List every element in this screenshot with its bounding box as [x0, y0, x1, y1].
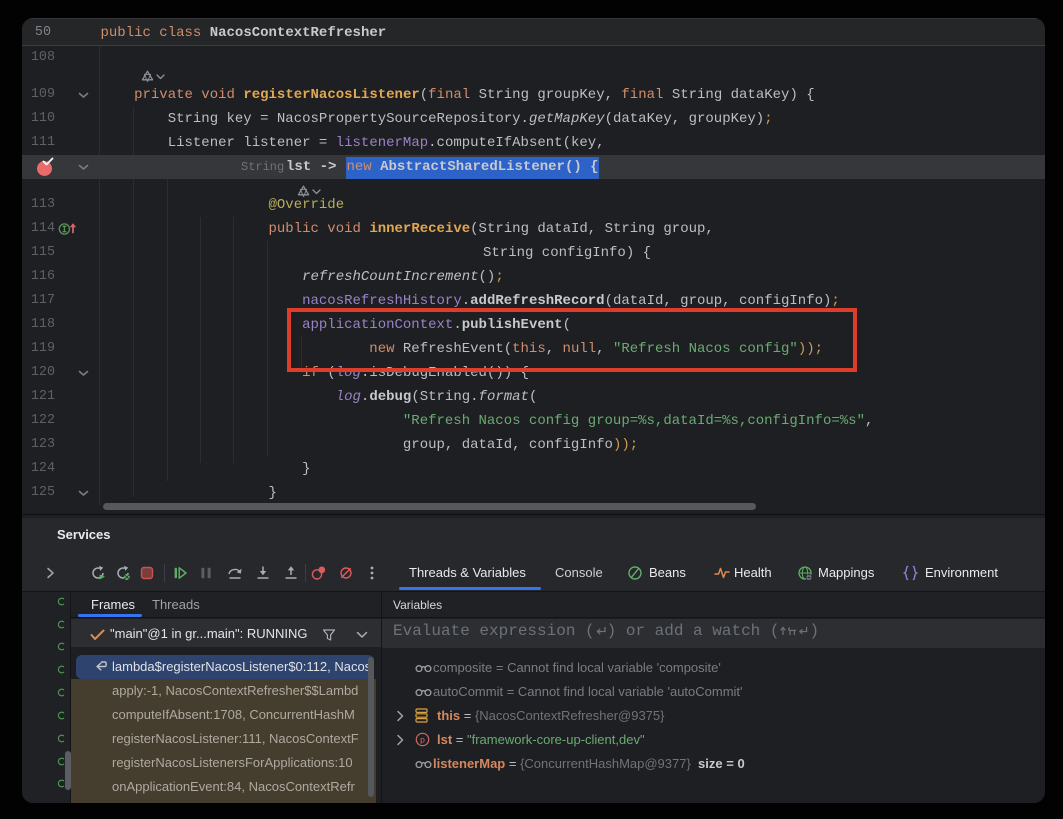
svg-text:p: p: [420, 735, 425, 745]
